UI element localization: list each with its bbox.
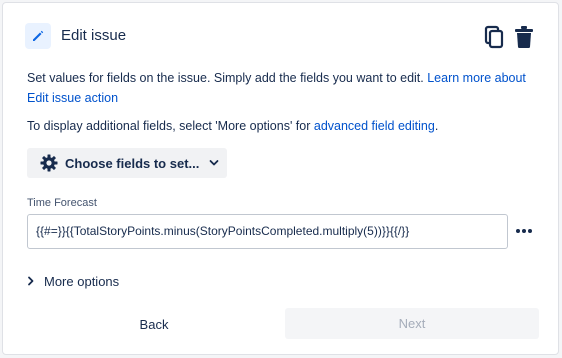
- choose-fields-button[interactable]: Choose fields to set...: [27, 148, 227, 178]
- additional-fields-suffix: .: [434, 119, 439, 133]
- time-forecast-label: Time Forecast: [27, 197, 97, 209]
- panel-title: Edit issue: [61, 27, 127, 44]
- description-text: Set values for fields on the issue. Simp…: [27, 68, 532, 108]
- more-options-toggle[interactable]: More options: [27, 271, 119, 291]
- choose-fields-label: Choose fields to set...: [65, 155, 200, 171]
- delete-button[interactable]: [512, 24, 536, 50]
- description-body: Set values for fields on the issue. Simp…: [27, 71, 428, 85]
- edit-issue-panel: Edit issue Set values for fields on the …: [2, 2, 559, 355]
- chevron-right-icon: [28, 276, 34, 286]
- back-button[interactable]: Back: [27, 309, 281, 339]
- time-forecast-input[interactable]: {{#=}}{{TotalStoryPoints.minus(StoryPoin…: [27, 214, 508, 249]
- next-button: Next: [285, 308, 539, 339]
- additional-fields-body: To display additional fields, select 'Mo…: [27, 119, 314, 133]
- advanced-field-editing-link[interactable]: advanced field editing: [314, 119, 435, 133]
- additional-fields-text: To display additional fields, select 'Mo…: [27, 116, 532, 136]
- chevron-down-icon: [209, 159, 219, 167]
- pencil-icon: [25, 23, 51, 49]
- more-horizontal-icon: [516, 229, 532, 233]
- copy-button[interactable]: [482, 24, 506, 50]
- copy-icon: [484, 25, 504, 49]
- trash-icon: [515, 26, 533, 48]
- field-more-actions-button[interactable]: [513, 221, 535, 241]
- panel-header: Edit issue: [25, 23, 536, 51]
- gear-icon: [40, 154, 58, 172]
- more-options-label: More options: [44, 273, 120, 289]
